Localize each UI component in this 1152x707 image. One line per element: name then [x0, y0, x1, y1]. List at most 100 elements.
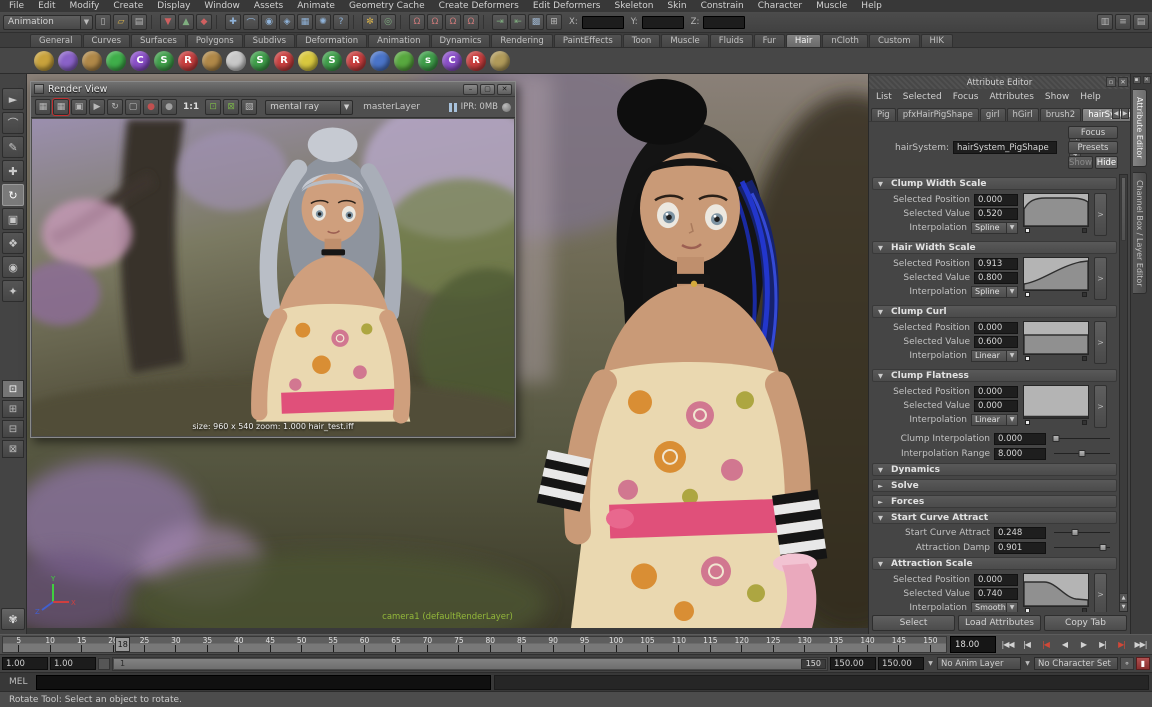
snap-to-curves-icon[interactable]: ⌒: [243, 14, 259, 30]
set-start-from-current-icon[interactable]: S: [250, 51, 270, 71]
go-to-start-button[interactable]: |◀◀: [998, 636, 1017, 654]
selected-value-input[interactable]: 0.520: [974, 208, 1018, 220]
ae-menu-item[interactable]: Show: [1045, 92, 1069, 102]
menu-item[interactable]: Edit Deformers: [526, 0, 608, 12]
remove-image-icon[interactable]: ⊠: [223, 99, 239, 115]
playback-end-field[interactable]: 150.00: [830, 657, 876, 670]
select-component-icon[interactable]: ◆: [196, 14, 212, 30]
shelf-tab[interactable]: Deformation: [296, 34, 367, 47]
snap-to-points-icon[interactable]: ◉: [261, 14, 277, 30]
construction-history-on-icon[interactable]: Ω: [445, 14, 461, 30]
section-header[interactable]: Clump Width Scale: [872, 177, 1117, 190]
shelf-tab[interactable]: Polygons: [187, 34, 243, 47]
ae-node-tab[interactable]: pfxHairPigShape: [897, 108, 979, 121]
shelf-tab[interactable]: Custom: [869, 34, 920, 47]
show-attribute-editor-icon[interactable]: ▥: [1097, 14, 1113, 30]
menu-item[interactable]: Create: [106, 0, 150, 12]
play-forwards-button[interactable]: ▶: [1074, 636, 1093, 654]
selected-position-input[interactable]: 0.000: [974, 574, 1018, 586]
shelf-tab[interactable]: PaintEffects: [554, 34, 622, 47]
minimize-button[interactable]: –: [463, 84, 478, 95]
scroll-down-icon[interactable]: ▼: [1120, 602, 1127, 611]
snap-to-grids-icon[interactable]: ✚: [225, 14, 241, 30]
selected-position-input[interactable]: 0.000: [974, 322, 1018, 334]
menu-item[interactable]: Create Deformers: [432, 0, 526, 12]
scale-tool[interactable]: ▣: [2, 208, 24, 230]
show-button[interactable]: Show: [1068, 156, 1093, 169]
animation-end-field[interactable]: 150.00: [878, 657, 924, 670]
expand-ramp-button[interactable]: [1094, 573, 1107, 612]
menu-set-dropdown[interactable]: Animation ▼: [3, 15, 93, 30]
open-editor-left-icon[interactable]: ⇥: [492, 14, 508, 30]
snapshot-icon[interactable]: ▣: [71, 99, 87, 115]
shelf-tab[interactable]: Rendering: [491, 34, 552, 47]
expand-ramp-button[interactable]: [1094, 321, 1107, 364]
small-start-icon[interactable]: s: [418, 51, 438, 71]
ramp-curve-widget[interactable]: [1023, 257, 1089, 299]
selected-position-input[interactable]: 0.000: [974, 386, 1018, 398]
chevron-down-icon[interactable]: [1007, 602, 1018, 613]
soft-modification-tool[interactable]: ◉: [2, 256, 24, 278]
four-pane-layout[interactable]: ⊞: [2, 400, 24, 418]
tab-scroll-right-icon[interactable]: ▶: [1121, 108, 1129, 119]
attribute-slider[interactable]: [1054, 447, 1110, 460]
channel-box-dock-tab[interactable]: Channel Box / Layer Editor: [1133, 172, 1147, 295]
ramp-curve-widget[interactable]: [1023, 321, 1089, 363]
status-icon[interactable]: [353, 15, 358, 29]
input-connections-icon[interactable]: Ω: [409, 14, 425, 30]
attribute-editor-dock-tab[interactable]: Attribute Editor: [1133, 89, 1147, 167]
ae-node-tab[interactable]: Pig: [871, 108, 896, 121]
auto-keyframe-icon[interactable]: ⚬: [1120, 657, 1134, 670]
small-current-icon[interactable]: C: [442, 51, 462, 71]
undock-icon[interactable]: ▫: [1106, 77, 1116, 87]
node-name-input[interactable]: hairSystem_PigShape: [953, 141, 1057, 154]
chevron-down-icon[interactable]: ▼: [926, 657, 935, 670]
selected-position-input[interactable]: 0.913: [974, 258, 1018, 270]
absolute-relative-icon[interactable]: ⊞: [546, 14, 562, 30]
lasso-select-tool[interactable]: ⌒: [2, 112, 24, 134]
step-forward-frame-button[interactable]: ▶|: [1093, 636, 1112, 654]
show-channel-box-icon[interactable]: ▤: [1133, 14, 1149, 30]
go-to-end-button[interactable]: ▶▶|: [1131, 636, 1150, 654]
chevron-down-icon[interactable]: [1007, 286, 1018, 298]
load-attributes-button[interactable]: Load Attributes: [958, 615, 1041, 631]
select-button[interactable]: Select: [872, 615, 955, 631]
paint-follicles-icon[interactable]: [226, 51, 246, 71]
small-rest-icon[interactable]: R: [466, 51, 486, 71]
rgb-channels-icon[interactable]: ●: [143, 99, 159, 115]
dock-pin-icon[interactable]: ▪: [1133, 76, 1141, 84]
x-coord-input[interactable]: [582, 16, 624, 29]
maximize-button[interactable]: ▢: [480, 84, 495, 95]
menu-item[interactable]: Assets: [247, 0, 290, 12]
ae-menu-item[interactable]: Attributes: [989, 92, 1033, 102]
save-scene-icon[interactable]: ▤: [131, 14, 147, 30]
interpolation-dropdown[interactable]: Spline: [971, 222, 1007, 234]
selected-value-input[interactable]: 0.600: [974, 336, 1018, 348]
blue-brush-preset-icon[interactable]: [370, 51, 390, 71]
make-live-icon[interactable]: ✺: [315, 14, 331, 30]
character-set-dropdown[interactable]: No Character Set: [1034, 657, 1118, 670]
attribute-scroll-area[interactable]: Clump Width Scale Selected Position 0.00…: [872, 174, 1117, 612]
keep-image-icon[interactable]: ⊡: [205, 99, 221, 115]
open-editor-right-icon[interactable]: ⇤: [510, 14, 526, 30]
focus-button[interactable]: Focus: [1068, 126, 1118, 139]
comb-icon[interactable]: [490, 51, 510, 71]
new-scene-icon[interactable]: ▯: [95, 14, 111, 30]
menu-item[interactable]: File: [2, 0, 31, 12]
chevron-down-icon[interactable]: [1007, 350, 1018, 362]
current-time-field[interactable]: 18.00: [950, 636, 996, 653]
single-pane-layout[interactable]: ⊡: [2, 380, 24, 398]
zoom-ratio-button[interactable]: 1:1: [183, 102, 199, 112]
hair-curve-tool-icon[interactable]: [82, 51, 102, 71]
menu-item[interactable]: Help: [854, 0, 889, 12]
section-header[interactable]: Clump Curl: [872, 305, 1117, 318]
refresh-icon[interactable]: ↻: [107, 99, 123, 115]
menu-item[interactable]: Geometry Cache: [342, 0, 432, 12]
perspective-viewport[interactable]: camera1 (defaultRenderLayer) Y X Z Rende…: [27, 74, 868, 631]
mel-command-input[interactable]: [36, 675, 491, 690]
lock-selection-icon[interactable]: ✼: [362, 14, 378, 30]
animation-start-field[interactable]: 1.00: [2, 657, 48, 670]
expand-ramp-button[interactable]: [1094, 385, 1107, 428]
menu-item[interactable]: Edit: [31, 0, 62, 12]
chevron-down-icon[interactable]: [1007, 414, 1018, 426]
